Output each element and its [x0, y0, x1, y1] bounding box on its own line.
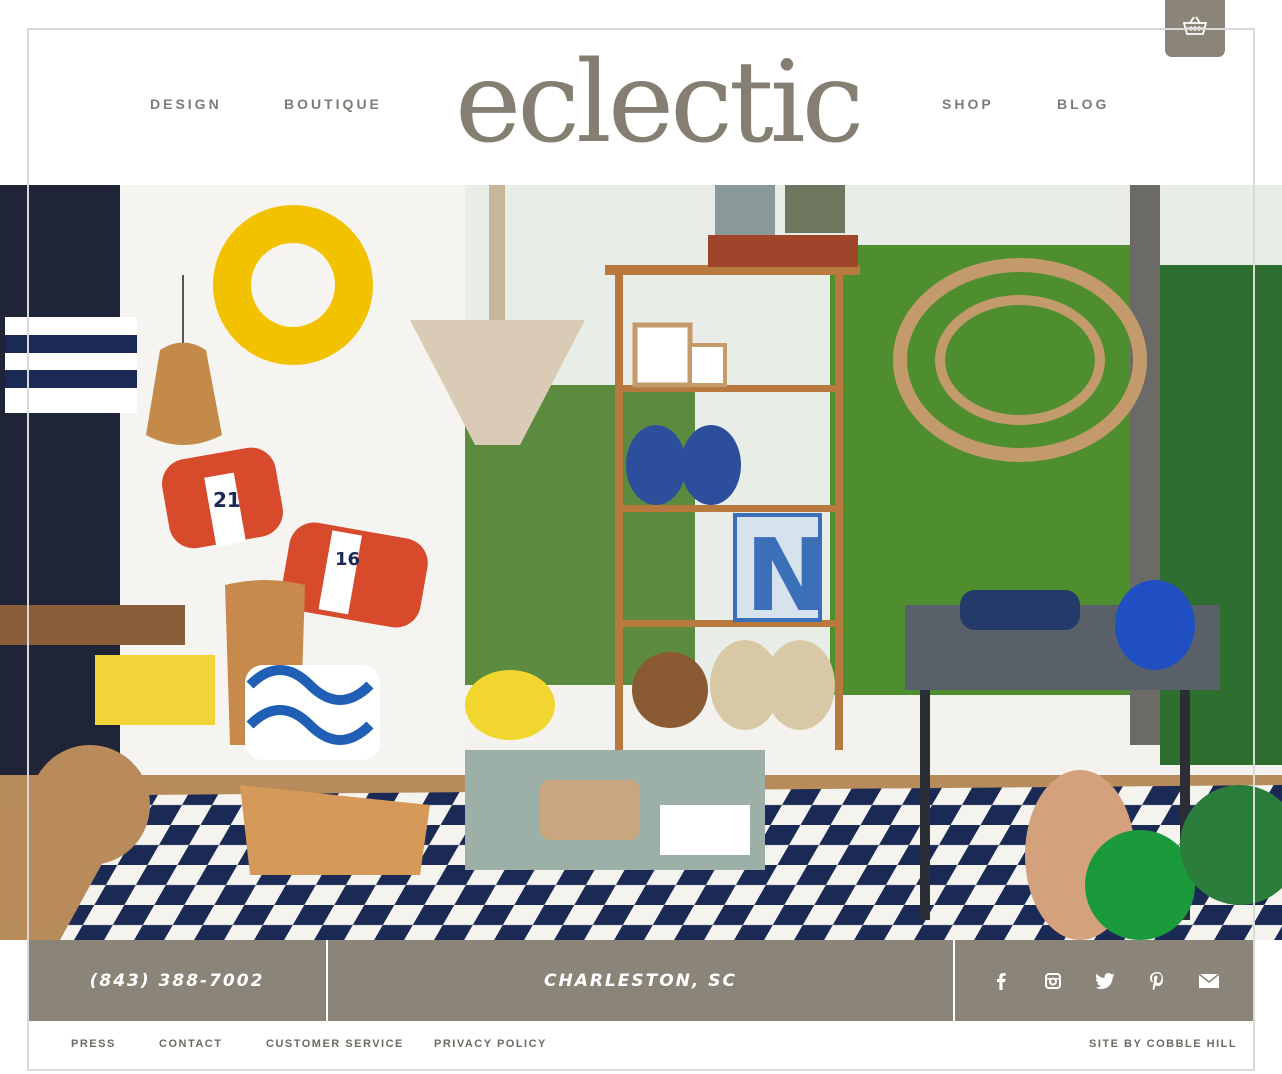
twitter-icon[interactable] [1093, 969, 1117, 993]
svg-text:16: 16 [335, 549, 360, 570]
footer-link-privacy-policy[interactable]: PRIVACY POLICY [434, 1038, 547, 1050]
nav-shop[interactable]: SHOP [942, 96, 994, 112]
facebook-icon[interactable] [989, 969, 1013, 993]
location-text: CHARLESTON, SC [543, 970, 737, 991]
footer-link-press[interactable]: PRESS [71, 1038, 116, 1050]
svg-text:21: 21 [213, 488, 241, 512]
svg-text:N: N [745, 517, 829, 634]
nav-boutique[interactable]: BOUTIQUE [284, 96, 382, 112]
contact-bar: (843) 388-7002 CHARLESTON, SC [27, 940, 1255, 1021]
phone-number[interactable]: (843) 388-7002 [27, 940, 327, 1021]
site-credit-link[interactable]: SITE BY COBBLE HILL [1089, 1038, 1237, 1050]
site-logo[interactable]: eclectic [455, 28, 864, 178]
footer-link-contact[interactable]: CONTACT [159, 1038, 222, 1050]
basket-icon [1182, 16, 1208, 41]
hero-image: 21 16 N [0, 185, 1282, 940]
footer-link-customer-service[interactable]: CUSTOMER SERVICE [266, 1038, 404, 1050]
nav-blog[interactable]: BLOG [1057, 96, 1109, 112]
cart-button[interactable] [1165, 0, 1225, 57]
pinterest-icon[interactable] [1145, 969, 1169, 993]
nav-design[interactable]: DESIGN [150, 96, 222, 112]
email-icon[interactable] [1197, 969, 1221, 993]
social-links [955, 940, 1255, 1021]
instagram-icon[interactable] [1041, 969, 1065, 993]
